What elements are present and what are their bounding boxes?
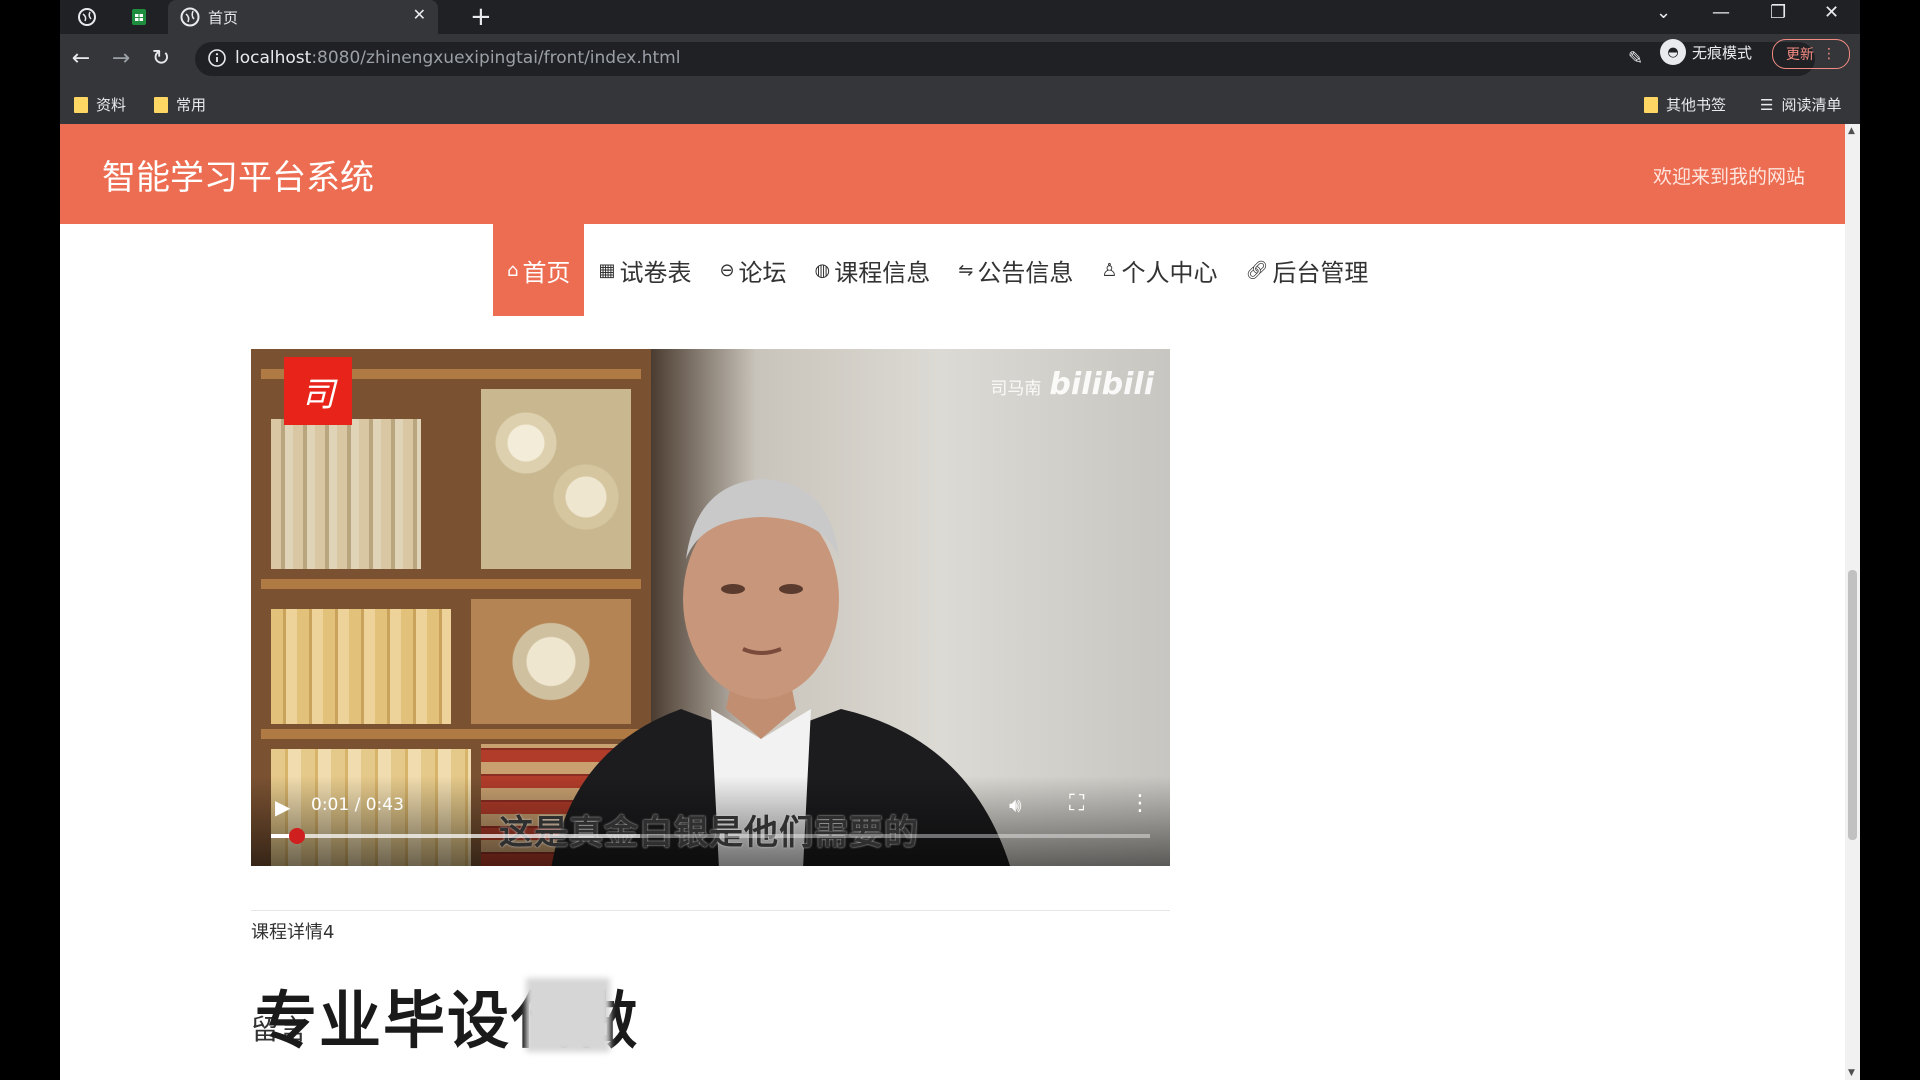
tab-home[interactable]: 首页 ✕ bbox=[168, 0, 438, 34]
page-viewport: 智能学习平台系统 欢迎来到我的网站 ⌂ 首页 ▦ 试卷表 ⊖ 论坛 ◍ 课程信息… bbox=[60, 124, 1845, 1080]
incognito-icon: ◓ bbox=[1660, 39, 1686, 65]
fullscreen-icon[interactable]: ⛶ bbox=[1069, 791, 1084, 816]
video-subtitle: 这是真金白银是他们需要的 bbox=[499, 813, 919, 853]
back-icon[interactable]: ← bbox=[68, 46, 94, 71]
tab-search-icon[interactable]: ⌄ bbox=[1656, 2, 1671, 23]
forum-icon: ⊖ bbox=[719, 259, 735, 281]
nav-home[interactable]: ⌂ 首页 bbox=[493, 224, 585, 316]
reload-icon[interactable]: ↻ bbox=[148, 46, 174, 71]
main-nav: ⌂ 首页 ▦ 试卷表 ⊖ 论坛 ◍ 课程信息 ⇋ 公告信息 ♙ 个人中心 🔗︎ … bbox=[493, 224, 1382, 316]
info-icon[interactable] bbox=[207, 48, 227, 68]
tab-title: 首页 bbox=[208, 9, 239, 27]
site-header: 智能学习平台系统 欢迎来到我的网站 bbox=[60, 124, 1845, 224]
link-icon: 🔗︎ bbox=[1245, 259, 1269, 281]
video-progress-bar[interactable] bbox=[271, 828, 1150, 844]
scroll-up-icon[interactable]: ▲ bbox=[1848, 126, 1855, 136]
close-tab-icon[interactable]: ✕ bbox=[413, 5, 426, 24]
kebab-menu-icon: ⋮ bbox=[1822, 46, 1836, 62]
channel-logo: 司 bbox=[284, 357, 352, 425]
bookmark-folder-ziliao[interactable]: 资料 bbox=[74, 94, 126, 115]
buffered-bar bbox=[271, 834, 641, 838]
globe-icon[interactable] bbox=[76, 6, 98, 28]
reading-list-icon: ☰ bbox=[1760, 95, 1774, 114]
home-icon: ⌂ bbox=[507, 259, 519, 281]
folder-icon bbox=[1644, 96, 1658, 113]
browser-chrome: 首页 ✕ + ⌄ — ❐ ✕ ← → ↻ localhost:8080/zhin… bbox=[60, 0, 1860, 124]
welcome-text: 欢迎来到我的网站 bbox=[1652, 166, 1805, 188]
volume-icon[interactable]: 🔊︎ bbox=[1009, 793, 1022, 817]
user-icon: ♙ bbox=[1101, 259, 1118, 281]
restore-icon[interactable]: ❐ bbox=[1770, 2, 1786, 23]
page-scrollbar[interactable]: ▲ ▼ bbox=[1845, 124, 1860, 1080]
translate-icon[interactable]: ✎ bbox=[1628, 48, 1643, 69]
section-divider bbox=[251, 910, 1170, 911]
new-tab-icon[interactable]: + bbox=[470, 2, 492, 32]
update-label: 更新 bbox=[1786, 47, 1814, 63]
nav-admin[interactable]: 🔗︎ 后台管理 bbox=[1232, 224, 1383, 316]
sliders-icon: ⇋ bbox=[958, 259, 974, 281]
video-time: 0:01 / 0:43 bbox=[311, 795, 404, 815]
scrollbar-thumb[interactable] bbox=[1848, 570, 1857, 840]
bilibili-watermark: 司马南 bilibili bbox=[990, 367, 1154, 402]
minimize-icon[interactable]: — bbox=[1712, 2, 1730, 23]
update-button[interactable]: 更新 ⋮ bbox=[1772, 39, 1850, 69]
forward-icon[interactable]: → bbox=[108, 46, 134, 71]
folder-icon bbox=[74, 96, 88, 113]
nav-course-info[interactable]: ◍ 课程信息 bbox=[801, 224, 945, 316]
grid-icon: ▦ bbox=[598, 259, 616, 281]
bookmarks-bar: 资料 常用 其他书签 ☰ 阅读清单 bbox=[60, 84, 1860, 124]
incognito-indicator[interactable]: ◓ 无痕模式 bbox=[1660, 39, 1752, 65]
tab-strip: 首页 ✕ + ⌄ — ❐ ✕ bbox=[60, 0, 1860, 34]
scroll-down-icon[interactable]: ▼ bbox=[1848, 1068, 1855, 1078]
sheets-icon[interactable] bbox=[128, 6, 150, 28]
nav-exam-papers[interactable]: ▦ 试卷表 bbox=[584, 224, 705, 316]
site-title: 智能学习平台系统 bbox=[102, 158, 374, 198]
nav-forum[interactable]: ⊖ 论坛 bbox=[705, 224, 800, 316]
address-bar-row: ← → ↻ localhost:8080/zhinengxuexipingtai… bbox=[60, 34, 1860, 84]
globe-icon bbox=[180, 7, 200, 27]
play-icon[interactable]: ▶ bbox=[275, 795, 290, 819]
nav-personal-center[interactable]: ♙ 个人中心 bbox=[1087, 224, 1231, 316]
bookmark-folder-changyong[interactable]: 常用 bbox=[154, 94, 206, 115]
close-window-icon[interactable]: ✕ bbox=[1824, 2, 1839, 23]
url-input[interactable]: localhost:8080/zhinengxuexipingtai/front… bbox=[195, 42, 1815, 76]
url-text: localhost:8080/zhinengxuexipingtai/front… bbox=[235, 48, 681, 68]
globe-icon: ◍ bbox=[814, 259, 831, 281]
more-options-icon[interactable]: ⋮ bbox=[1129, 791, 1151, 816]
course-detail-text: 课程详情4 bbox=[251, 922, 335, 943]
nav-announcements[interactable]: ⇋ 公告信息 bbox=[944, 224, 1087, 316]
video-player[interactable]: 司 司马南 bilibili 这是真金白银是他们需要的 ▶ 0:01 / 0:4… bbox=[251, 349, 1170, 866]
other-bookmarks[interactable]: 其他书签 bbox=[1644, 94, 1726, 115]
incognito-label: 无痕模式 bbox=[1692, 43, 1753, 62]
blur-mask bbox=[526, 978, 610, 1052]
folder-icon bbox=[154, 96, 168, 113]
reading-list[interactable]: ☰ 阅读清单 bbox=[1760, 94, 1841, 115]
